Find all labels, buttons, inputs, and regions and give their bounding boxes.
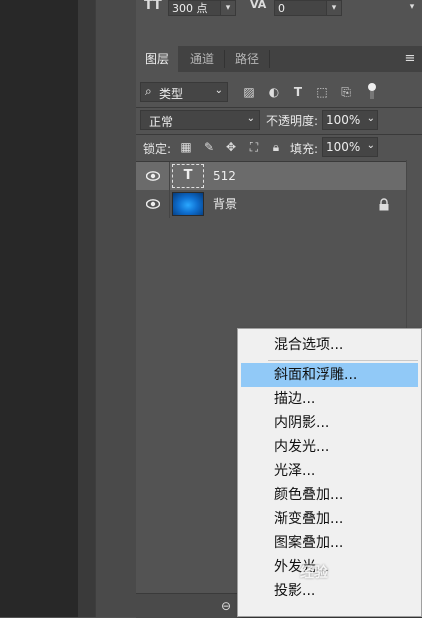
shape-layer-filter-icon[interactable]: ⬚ <box>314 84 330 100</box>
tab-paths[interactable]: 路径 <box>225 46 269 72</box>
lock-transparent-pixels-icon[interactable]: ▦ <box>178 139 194 155</box>
menu-item-bevel-emboss[interactable]: 斜面和浮雕... <box>241 363 418 387</box>
chevron-down-icon[interactable]: ▾ <box>220 0 236 16</box>
character-panel-row: T̂T 300 点 ▾ VA 0 ▾ ▾ <box>136 0 422 20</box>
pixel-layer-filter-icon[interactable]: ▨ <box>241 84 257 100</box>
lock-all-icon[interactable]: 🔒︎ <box>268 139 284 155</box>
lock-label: 锁定: <box>143 142 172 156</box>
menu-item-inner-glow[interactable]: 内发光... <box>241 435 418 459</box>
opacity-label: 不透明度: <box>266 114 319 128</box>
menu-item-satin[interactable]: 光泽... <box>241 459 418 483</box>
menu-item-pattern-overlay[interactable]: 图案叠加... <box>241 531 418 555</box>
watermark: 经验 <box>300 565 328 581</box>
adjustment-layer-filter-icon[interactable]: ◐ <box>266 84 282 100</box>
chevron-down-icon[interactable]: ▾ <box>404 0 420 16</box>
panel-dock-strip <box>95 0 137 617</box>
type-layer-filter-icon[interactable]: T <box>290 84 306 100</box>
chevron-down-icon: ⌄ <box>366 113 375 124</box>
opacity-field[interactable]: 100% ⌄ <box>322 110 378 130</box>
menu-item-color-overlay[interactable]: 颜色叠加... <box>241 483 418 507</box>
blend-mode-value: 正常 <box>149 115 174 129</box>
layer-row-text[interactable]: T 512 <box>136 162 406 190</box>
blend-mode-select[interactable]: 正常 ⌄ <box>140 110 260 130</box>
menu-item-blending-options[interactable]: 混合选项... <box>241 333 418 357</box>
panel-tabs: 图层 通道 路径 ≡ <box>136 46 422 72</box>
lock-image-pixels-icon[interactable]: ✎ <box>201 139 217 155</box>
menu-item-gradient-overlay[interactable]: 渐变叠加... <box>241 507 418 531</box>
menu-item-stroke[interactable]: 描边... <box>241 387 418 411</box>
layer-name: 背景 <box>213 197 238 211</box>
layer-row-background[interactable]: 背景 <box>136 190 406 218</box>
menu-item-inner-shadow[interactable]: 内阴影... <box>241 411 418 435</box>
chevron-down-icon: ⌄ <box>366 140 375 151</box>
menu-item-outer-glow[interactable]: 外发光... <box>241 555 418 579</box>
layer-style-context-menu: 混合选项... 斜面和浮雕... 描边... 内阴影... 内发光... 光泽.… <box>237 328 422 617</box>
menu-item-drop-shadow[interactable]: 投影... <box>241 579 418 603</box>
eye-icon[interactable] <box>146 198 160 210</box>
opacity-value: 100% <box>326 113 361 127</box>
document-canvas[interactable] <box>0 0 78 617</box>
tracking-icon: VA <box>250 0 267 11</box>
background-layer-thumbnail <box>172 192 204 216</box>
lock-artboard-icon[interactable]: ⛶ <box>246 139 262 155</box>
chevron-down-icon: ⌄ <box>246 113 255 124</box>
search-icon: ⌕ <box>145 84 152 98</box>
eye-icon[interactable] <box>146 170 160 182</box>
font-size-icon: T̂T <box>144 0 162 13</box>
tab-channels[interactable]: 通道 <box>180 46 224 72</box>
chevron-down-icon: ⌄ <box>214 85 223 96</box>
smart-object-filter-icon[interactable]: ⎘ <box>338 84 354 100</box>
chevron-down-icon[interactable]: ▾ <box>326 0 342 16</box>
panel-menu-icon[interactable]: ≡ <box>402 51 418 67</box>
tab-layers[interactable]: 图层 <box>136 46 178 72</box>
fill-field[interactable]: 100% ⌄ <box>322 137 378 157</box>
lock-icon <box>379 198 389 211</box>
link-layers-icon[interactable]: ⊖ <box>218 598 234 614</box>
lock-position-icon[interactable]: ✥ <box>223 139 239 155</box>
fill-label: 填充: <box>290 142 319 156</box>
text-layer-thumbnail: T <box>172 164 204 188</box>
filter-toggle-icon[interactable] <box>364 82 380 99</box>
fill-value: 100% <box>326 140 361 154</box>
filter-kind-label: 类型 <box>159 87 184 101</box>
layer-filter-select[interactable]: ⌕ 类型 ⌄ <box>140 82 228 102</box>
canvas-scrollbar[interactable] <box>78 0 95 617</box>
layer-name: 512 <box>213 169 236 183</box>
